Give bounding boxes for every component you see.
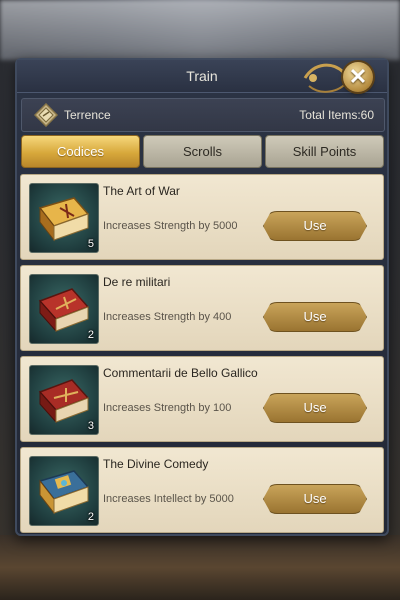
use-button[interactable]: Use <box>263 211 367 241</box>
red-book-icon: 2 <box>29 274 99 344</box>
background-bottom <box>0 535 400 600</box>
user-info-row: Terrence Total Items:60 <box>21 98 385 132</box>
tab-scrolls[interactable]: Scrolls <box>143 135 262 168</box>
user-name: Terrence <box>64 108 111 122</box>
close-button[interactable]: ✕ <box>343 62 373 92</box>
item-description: Increases Strength by 5000 <box>103 220 238 232</box>
train-dialog: Train ✕ Terrence Total Items:60 Codices … <box>15 58 389 536</box>
item-name: The Divine Comedy <box>103 457 209 471</box>
gold-book-icon: 5 <box>29 183 99 253</box>
list-item: 3 Commentarii de Bello Gallico Increases… <box>20 356 384 442</box>
item-count: 2 <box>87 329 94 341</box>
background-top <box>0 0 400 60</box>
item-description: Increases Strength by 400 <box>103 311 232 323</box>
item-name: The Art of War <box>103 184 180 198</box>
blue-gold-book-icon: 2 <box>29 456 99 526</box>
use-button[interactable]: Use <box>263 302 367 332</box>
item-description: Increases Intellect by 5000 <box>103 493 234 505</box>
close-x-icon: ✕ <box>348 64 368 89</box>
tab-skill-points[interactable]: Skill Points <box>265 135 384 168</box>
list-item: 5 The Art of War Increases Strength by 5… <box>20 174 384 260</box>
item-name: De re militari <box>103 275 171 289</box>
use-button[interactable]: Use <box>263 393 367 423</box>
diamond-badge-icon <box>34 103 58 127</box>
total-items-count: Total Items:60 <box>299 108 374 122</box>
list-item: 2 De re militari Increases Strength by 4… <box>20 265 384 351</box>
item-name: Commentarii de Bello Gallico <box>103 366 258 380</box>
item-description: Increases Strength by 100 <box>103 402 232 414</box>
tab-codices[interactable]: Codices <box>21 135 140 168</box>
red-book-icon: 3 <box>29 365 99 435</box>
list-item: 2 The Divine Comedy Increases Intellect … <box>20 447 384 533</box>
item-count: 2 <box>87 511 94 523</box>
item-count: 3 <box>87 420 94 432</box>
item-count: 5 <box>87 238 94 250</box>
use-button[interactable]: Use <box>263 484 367 514</box>
